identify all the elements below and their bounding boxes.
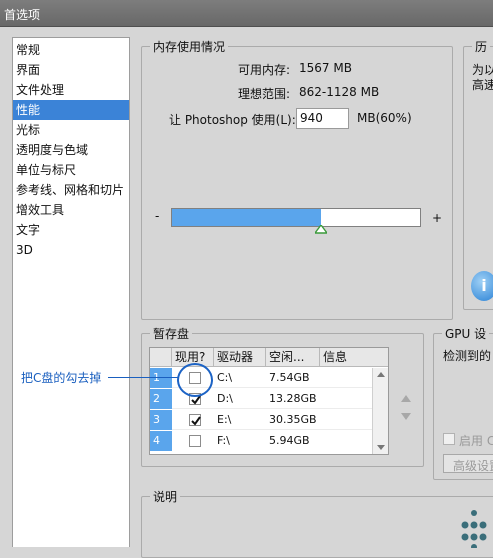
column-header-free-space[interactable]: 空闲...	[266, 348, 320, 367]
gpu-detected-text: 检测到的	[443, 349, 492, 363]
memory-usage-fill	[172, 209, 321, 226]
photoshop-usage-label: 让 Photoshop 使用(L):	[169, 113, 296, 127]
table-scrollbar[interactable]	[372, 368, 388, 454]
dots-logo-icon	[461, 510, 487, 548]
nav-item-type[interactable]: 文字	[13, 220, 129, 240]
free-space-cell: 7.54GB	[269, 371, 310, 384]
scratch-active-checkbox[interactable]	[189, 414, 201, 426]
free-space-cell: 5.94GB	[269, 434, 310, 447]
column-header-info[interactable]: 信息	[320, 348, 388, 367]
description-legend: 说明	[153, 490, 178, 504]
drive-cell: D:\	[217, 392, 233, 405]
advanced-settings-button[interactable]: 高级设置	[443, 454, 493, 473]
gpu-settings-legend: GPU 设	[445, 327, 487, 341]
row-divider	[172, 408, 372, 409]
window-title: 首选项	[4, 8, 41, 22]
row-number: 3	[150, 410, 172, 430]
enable-gpu-checkbox[interactable]	[443, 433, 455, 445]
ideal-range-value: 862-1128 MB	[299, 85, 380, 99]
scratch-active-checkbox[interactable]	[189, 435, 201, 447]
annotation-circle	[177, 363, 213, 397]
enable-gpu-label: 启用 C	[459, 434, 493, 448]
slider-thumb-icon[interactable]	[315, 225, 327, 234]
memory-amount-input[interactable]: 940	[296, 108, 349, 129]
free-space-cell: 13.28GB	[269, 392, 317, 405]
free-space-cell: 30.35GB	[269, 413, 317, 426]
move-up-down-icon[interactable]	[400, 393, 412, 423]
nav-item-plugins[interactable]: 增效工具	[13, 200, 129, 220]
preferences-nav-list: 常规 界面 文件处理 性能 光标 透明度与色域 单位与标尺 参考线、网格和切片 …	[12, 37, 130, 547]
available-memory-value: 1567 MB	[299, 61, 352, 75]
slider-minus-label: -	[155, 209, 160, 223]
memory-usage-group: 内存使用情况	[141, 38, 453, 320]
nav-item-cursors[interactable]: 光标	[13, 120, 129, 140]
available-memory-label: 可用内存:	[238, 63, 291, 77]
scroll-arrows-icon	[377, 372, 385, 450]
annotation-pointer-line	[108, 377, 179, 378]
memory-usage-legend: 内存使用情况	[153, 40, 226, 54]
history-text-line-2: 高速	[472, 78, 493, 92]
nav-item-performance[interactable]: 性能	[13, 100, 129, 120]
table-row[interactable]: 3 E:\ 30.35GB	[150, 410, 372, 430]
row-number: 4	[150, 431, 172, 451]
title-bar: 首选项	[0, 0, 493, 27]
drive-cell: E:\	[217, 413, 232, 426]
scratch-disks-legend: 暂存盘	[153, 327, 190, 341]
history-cache-legend: 历	[475, 40, 488, 54]
nav-item-3d[interactable]: 3D	[13, 240, 129, 260]
row-number: 1	[150, 368, 172, 388]
memory-usage-slider[interactable]	[171, 208, 421, 227]
slider-plus-label: +	[432, 211, 443, 225]
ideal-range-label: 理想范围:	[238, 87, 291, 101]
scratch-disk-table: 现用? 驱动器 空闲... 信息 1 C:\ 7.54GB 2 D:\ 13.2…	[149, 347, 389, 455]
checkmark-icon	[191, 416, 201, 426]
column-header-drive[interactable]: 驱动器	[214, 348, 266, 367]
row-divider	[172, 429, 372, 430]
drive-cell: C:\	[217, 371, 233, 384]
nav-item-interface[interactable]: 界面	[13, 60, 129, 80]
description-group: 说明	[141, 488, 493, 558]
nav-item-transparency-gamut[interactable]: 透明度与色域	[13, 140, 129, 160]
table-row[interactable]: 4 F:\ 5.94GB	[150, 431, 372, 451]
nav-item-file-handling[interactable]: 文件处理	[13, 80, 129, 100]
row-number: 2	[150, 389, 172, 409]
memory-percent-text: MB(60%)	[357, 111, 412, 125]
nav-item-general[interactable]: 常规	[13, 40, 129, 60]
annotation-text: 把C盘的勾去掉	[21, 371, 102, 385]
nav-item-units-rulers[interactable]: 单位与标尺	[13, 160, 129, 180]
info-icon: i	[471, 271, 493, 301]
nav-item-guides-grid-slices[interactable]: 参考线、网格和切片	[13, 180, 129, 200]
column-header-index	[150, 348, 172, 367]
drive-cell: F:\	[217, 434, 230, 447]
